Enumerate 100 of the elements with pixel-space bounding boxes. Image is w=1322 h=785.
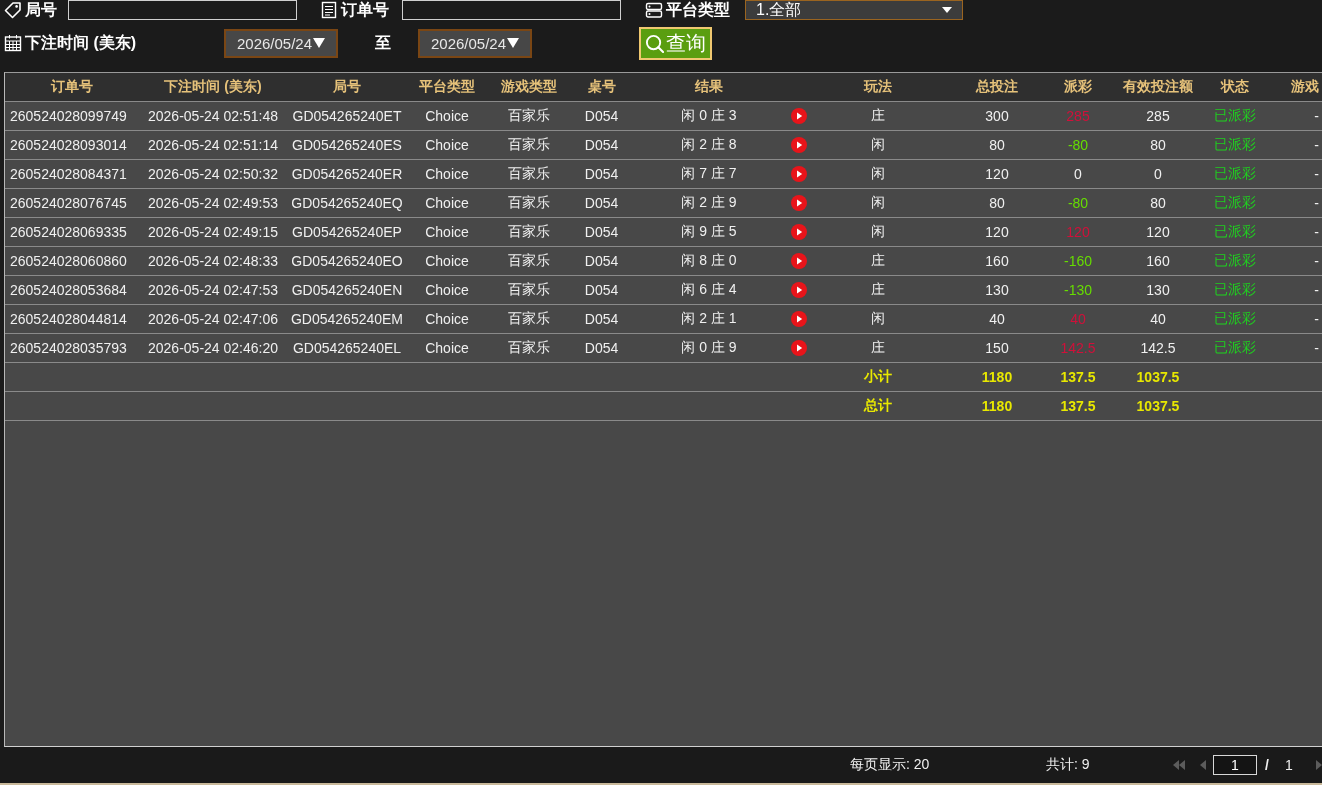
table-cell: 130	[942, 275, 1052, 305]
table-cell: D054	[569, 130, 634, 160]
date-from-select[interactable]: 2026/05/24	[224, 28, 338, 58]
table-cell: 闲 6 庄 4	[634, 275, 784, 305]
column-header: 状态	[1212, 73, 1258, 102]
table-cell: -	[1258, 304, 1322, 334]
table-cell: 260524028053684	[5, 275, 138, 305]
table-cell: 2026-05-24 02:46:20	[138, 333, 288, 363]
table-cell: 150	[942, 333, 1052, 363]
date-to-select[interactable]: 2026/05/24	[418, 28, 532, 58]
table-cell: 137.5	[1052, 391, 1104, 421]
table-cell: 闲 9 庄 5	[634, 217, 784, 247]
page-number-field[interactable]: 1	[1213, 755, 1257, 775]
play-icon[interactable]	[791, 195, 807, 211]
previous-page-icon[interactable]	[1200, 760, 1206, 770]
table-cell: 260524028084371	[5, 159, 138, 189]
table-cell: D054	[569, 246, 634, 276]
column-header: 游戏	[1258, 73, 1322, 102]
table-cell: Choice	[406, 130, 488, 160]
column-header: 下注时间 (美东)	[138, 73, 288, 102]
table-cell: 0	[1052, 159, 1104, 189]
table-cell: 百家乐	[488, 159, 569, 189]
play-icon[interactable]	[791, 340, 807, 356]
table-cell: 80	[1104, 130, 1212, 160]
table-cell: -	[1258, 275, 1322, 305]
table-cell: 0	[1104, 159, 1212, 189]
table-cell: GD054265240EN	[288, 275, 406, 305]
table-cell: -	[1258, 333, 1322, 363]
table-cell: 260524028044814	[5, 304, 138, 334]
table-cell: -	[1258, 188, 1322, 218]
play-icon[interactable]	[791, 166, 807, 182]
table-cell: 2026-05-24 02:51:14	[138, 130, 288, 160]
table-cell: D054	[569, 333, 634, 363]
table-cell: 260524028099749	[5, 101, 138, 131]
table-cell: 40	[1104, 304, 1212, 334]
table-cell: 1037.5	[1104, 362, 1212, 392]
table-cell: 260524028069335	[5, 217, 138, 247]
play-icon[interactable]	[791, 137, 807, 153]
page-separator: /	[1265, 757, 1269, 773]
table-cell: 闲	[814, 130, 942, 160]
table-cell: 120	[1104, 217, 1212, 247]
play-icon[interactable]	[791, 224, 807, 240]
order-number-field[interactable]	[402, 0, 621, 20]
table-cell: 130	[1104, 275, 1212, 305]
caret-icon	[507, 38, 520, 48]
summary-label: 小计	[814, 362, 942, 392]
next-page-icon[interactable]	[1315, 760, 1322, 770]
table-cell: 百家乐	[488, 246, 569, 276]
table-cell: 2026-05-24 02:47:06	[138, 304, 288, 334]
table-cell: Choice	[406, 101, 488, 131]
column-header: 平台类型	[406, 73, 488, 102]
table-cell: GD054265240ET	[288, 101, 406, 131]
table-cell: 120	[1052, 217, 1104, 247]
table-cell: 庄	[814, 246, 942, 276]
table-cell: 260524028093014	[5, 130, 138, 160]
table-cell: 300	[942, 101, 1052, 131]
play-icon[interactable]	[791, 253, 807, 269]
column-header: 局号	[288, 73, 406, 102]
table-cell: 百家乐	[488, 188, 569, 218]
table-cell: 闲	[814, 159, 942, 189]
table-cell: 百家乐	[488, 217, 569, 247]
table-cell: D054	[569, 304, 634, 334]
table-cell: 庄	[814, 275, 942, 305]
column-header: 派彩	[1052, 73, 1104, 102]
platform-type-select[interactable]: 1.全部	[745, 0, 963, 20]
table-cell: 百家乐	[488, 304, 569, 334]
table-cell: Choice	[406, 333, 488, 363]
column-header: 游戏类型	[488, 73, 569, 102]
table-cell: GD054265240EM	[288, 304, 406, 334]
play-icon[interactable]	[791, 108, 807, 124]
round-number-field[interactable]	[68, 0, 297, 20]
table-cell: 2026-05-24 02:49:15	[138, 217, 288, 247]
table-cell: Choice	[406, 159, 488, 189]
list-icon	[320, 1, 338, 19]
table-cell: 2026-05-24 02:51:48	[138, 101, 288, 131]
table-cell: D054	[569, 101, 634, 131]
table-cell: 已派彩	[1212, 275, 1258, 305]
table-cell: 2026-05-24 02:48:33	[138, 246, 288, 276]
table-cell: D054	[569, 188, 634, 218]
table-cell: 2026-05-24 02:50:32	[138, 159, 288, 189]
table-cell: 120	[942, 159, 1052, 189]
table-cell: -80	[1052, 188, 1104, 218]
table-cell: 闲	[814, 217, 942, 247]
table-cell: 已派彩	[1212, 101, 1258, 131]
table-cell: 闲	[814, 304, 942, 334]
table-cell: 137.5	[1052, 362, 1104, 392]
summary-label: 总计	[814, 391, 942, 421]
table-cell: 闲 2 庄 1	[634, 304, 784, 334]
play-icon[interactable]	[791, 282, 807, 298]
table-cell: 80	[942, 130, 1052, 160]
play-icon[interactable]	[791, 311, 807, 327]
table-cell: 已派彩	[1212, 217, 1258, 247]
caret-icon	[313, 38, 326, 48]
first-page-icon[interactable]	[1173, 760, 1185, 770]
page-count-text: 1	[1284, 757, 1293, 773]
table-cell: 1037.5	[1104, 391, 1212, 421]
caret-icon	[942, 7, 952, 13]
table-cell: -160	[1052, 246, 1104, 276]
table-cell: GD054265240ES	[288, 130, 406, 160]
table-cell: 闲 2 庄 8	[634, 130, 784, 160]
